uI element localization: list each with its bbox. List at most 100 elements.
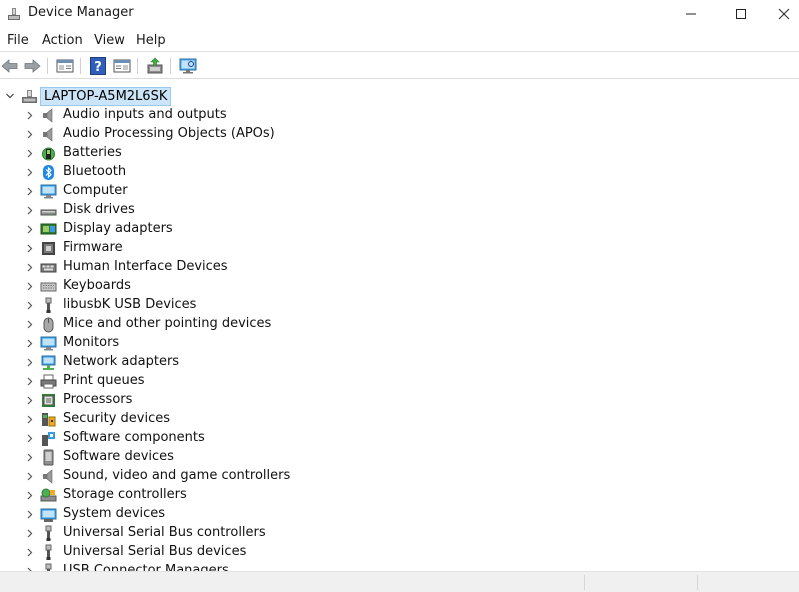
tree-item[interactable]: libusbK USB Devices: [0, 296, 799, 315]
chevron-right-icon[interactable]: [25, 339, 34, 348]
toolbar-separator: [170, 58, 171, 74]
svg-text:?: ?: [94, 60, 102, 75]
tree-item[interactable]: Human Interface Devices: [0, 258, 799, 277]
tree-root-label[interactable]: LAPTOP-A5M2L6SK: [40, 87, 172, 106]
menu-file[interactable]: File: [7, 33, 29, 49]
close-button[interactable]: [768, 0, 799, 28]
speaker-icon: [43, 108, 53, 123]
chevron-right-icon[interactable]: [25, 225, 34, 234]
back-button[interactable]: [0, 56, 20, 76]
maximize-button[interactable]: [718, 0, 764, 28]
chevron-right-icon[interactable]: [25, 510, 34, 519]
chevron-right-icon[interactable]: [25, 282, 34, 291]
menu-action[interactable]: Action: [42, 33, 83, 49]
mouse-icon: [43, 317, 54, 333]
tree-item[interactable]: Network adapters: [0, 353, 799, 372]
chevron-right-icon[interactable]: [25, 434, 34, 443]
chevron-right-icon[interactable]: [25, 111, 34, 120]
chevron-right-icon[interactable]: [25, 415, 34, 424]
tree-item-label: USB Connector Managers: [63, 563, 229, 571]
tree-item-label: Print queues: [63, 373, 145, 388]
tree-item-label: Human Interface Devices: [63, 259, 228, 274]
tree-item[interactable]: Software devices: [0, 448, 799, 467]
chevron-down-icon[interactable]: [5, 91, 15, 101]
tree-item[interactable]: Processors: [0, 391, 799, 410]
back-icon: [1, 59, 18, 73]
show-hidden-button[interactable]: [112, 56, 132, 76]
device-tree[interactable]: LAPTOP-A5M2L6SK Audio inputs and outputs…: [0, 85, 799, 571]
scan-hardware-button[interactable]: [178, 56, 198, 76]
tree-item-label: Software devices: [63, 449, 174, 464]
tree-item[interactable]: Monitors: [0, 334, 799, 353]
chevron-right-icon[interactable]: [25, 206, 34, 215]
usb-icon: [45, 297, 52, 313]
toolbar-separator: [80, 58, 81, 74]
tree-item-label: Bluetooth: [63, 164, 127, 179]
chevron-right-icon[interactable]: [25, 149, 34, 158]
tree-item[interactable]: Sound, video and game controllers: [0, 467, 799, 486]
chevron-right-icon[interactable]: [25, 377, 34, 386]
close-icon: [778, 8, 789, 20]
tree-item[interactable]: Mice and other pointing devices: [0, 315, 799, 334]
tree-item-label: Batteries: [63, 145, 122, 160]
show-hidden-icon: [113, 59, 131, 73]
tree-item[interactable]: Keyboards: [0, 277, 799, 296]
tree-item[interactable]: Audio inputs and outputs: [0, 106, 799, 125]
tree-item-label: Keyboards: [63, 278, 131, 293]
tree-item-label: Software components: [63, 430, 205, 445]
chevron-right-icon[interactable]: [25, 472, 34, 481]
tree-item[interactable]: Firmware: [0, 239, 799, 258]
tree-item[interactable]: Software components: [0, 429, 799, 448]
menu-view[interactable]: View: [94, 33, 125, 49]
tree-item[interactable]: System devices: [0, 505, 799, 524]
storage-controller-icon: [40, 488, 57, 502]
tree-item[interactable]: Bluetooth: [0, 163, 799, 182]
system-device-icon: [40, 508, 57, 522]
chevron-right-icon[interactable]: [25, 358, 34, 367]
update-driver-button[interactable]: [145, 56, 165, 76]
tree-item[interactable]: Security devices: [0, 410, 799, 429]
tree-item[interactable]: Universal Serial Bus devices: [0, 543, 799, 562]
chevron-right-icon[interactable]: [25, 396, 34, 405]
tree-item-label: Security devices: [63, 411, 170, 426]
tree-item[interactable]: Universal Serial Bus controllers: [0, 524, 799, 543]
tree-item[interactable]: Print queues: [0, 372, 799, 391]
chevron-right-icon[interactable]: [25, 529, 34, 538]
usb-icon: [45, 525, 52, 541]
tree-item[interactable]: Audio Processing Objects (APOs): [0, 125, 799, 144]
chevron-right-icon[interactable]: [25, 168, 34, 177]
chevron-right-icon[interactable]: [25, 187, 34, 196]
monitor-icon: [40, 336, 57, 351]
tree-item[interactable]: Disk drives: [0, 201, 799, 220]
tree-item-label: Disk drives: [63, 202, 135, 217]
chevron-right-icon[interactable]: [25, 244, 34, 253]
chevron-right-icon[interactable]: [25, 130, 34, 139]
title-bar: Device Manager: [0, 0, 799, 28]
tree-item-label: Display adapters: [63, 221, 173, 236]
tree-item[interactable]: Computer: [0, 182, 799, 201]
chevron-right-icon[interactable]: [25, 320, 34, 329]
show-hide-console-tree-button[interactable]: [55, 56, 75, 76]
tree-item[interactable]: USB Connector Managers: [0, 562, 799, 571]
properties-pane-icon: [56, 59, 74, 73]
computer-icon: [40, 184, 57, 199]
tree-item-label: Universal Serial Bus controllers: [63, 525, 266, 540]
chevron-right-icon[interactable]: [25, 453, 34, 462]
help-button[interactable]: ?: [88, 56, 108, 76]
tree-item[interactable]: Batteries: [0, 144, 799, 163]
tree-item[interactable]: Display adapters: [0, 220, 799, 239]
bluetooth-icon: [43, 165, 54, 180]
tree-item-label: Audio inputs and outputs: [63, 107, 227, 122]
display-adapter-icon: [40, 223, 57, 235]
chevron-right-icon[interactable]: [25, 491, 34, 500]
tree-root-row[interactable]: LAPTOP-A5M2L6SK: [0, 87, 799, 106]
chevron-right-icon[interactable]: [25, 301, 34, 310]
chevron-right-icon[interactable]: [25, 548, 34, 557]
tree-item-label: Mice and other pointing devices: [63, 316, 272, 331]
minimize-button[interactable]: [668, 0, 714, 28]
speaker-icon: [43, 469, 53, 484]
menu-help[interactable]: Help: [136, 33, 166, 49]
chevron-right-icon[interactable]: [25, 263, 34, 272]
forward-button[interactable]: [22, 56, 42, 76]
tree-item[interactable]: Storage controllers: [0, 486, 799, 505]
